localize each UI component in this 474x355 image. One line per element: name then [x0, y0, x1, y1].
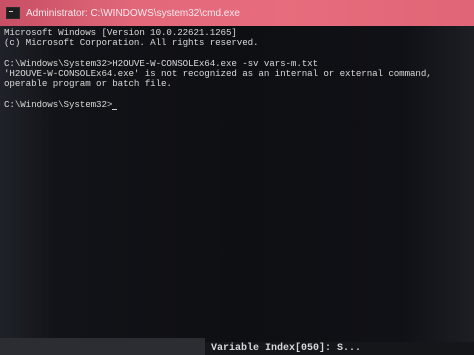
desktop-screen: Administrator: C:\WINDOWS\system32\cmd.e… [0, 0, 474, 355]
console-output[interactable]: Microsoft Windows [Version 10.0.22621.12… [0, 26, 474, 338]
console-line: operable program or batch file. [4, 78, 172, 90]
command-prompt: C:\Windows\System32> [4, 99, 113, 111]
terminal-icon [6, 7, 20, 19]
console-line: (c) Microsoft Corporation. All rights re… [4, 37, 259, 49]
window-title-bar[interactable]: Administrator: C:\WINDOWS\system32\cmd.e… [0, 0, 474, 26]
command-prompt-line[interactable]: C:\Windows\System32> [4, 99, 470, 111]
bezel-bottom [0, 338, 205, 355]
bios-status-bar: Variable Index[050]: S... [205, 342, 474, 355]
text-cursor [112, 109, 118, 111]
window-title: Administrator: C:\WINDOWS\system32\cmd.e… [26, 7, 240, 19]
